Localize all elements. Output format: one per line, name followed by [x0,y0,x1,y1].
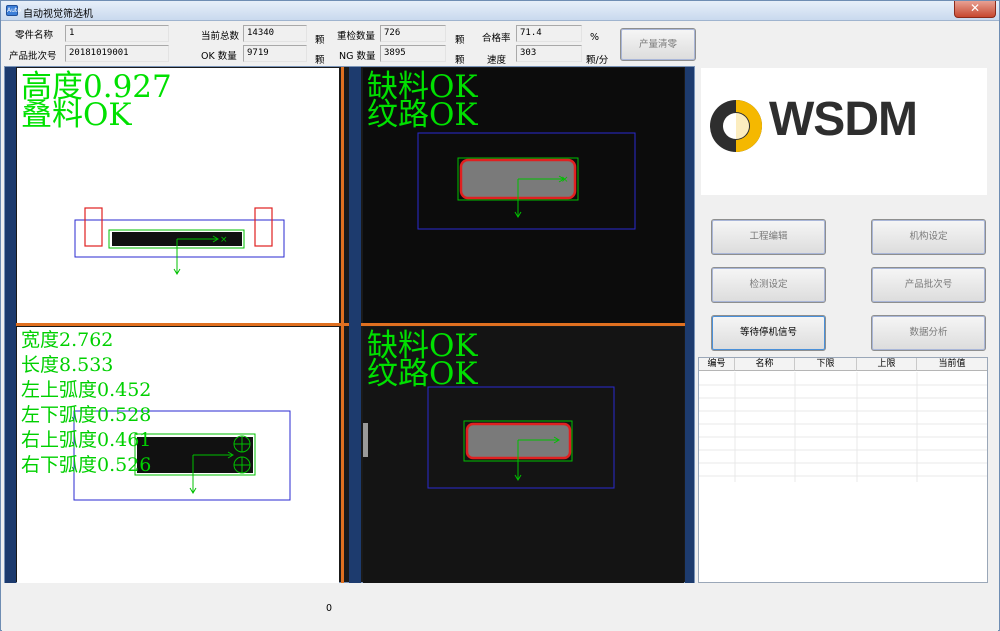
waiting-signal-button[interactable]: 等待停机信号 [711,315,826,351]
svg-text:×: × [220,235,228,245]
bottom-right-arc-result: 右下弧度0.526 [21,454,152,476]
ng-count-field: 3895 [380,45,446,62]
unit-pcs-2: 颗 [315,55,325,66]
product-batch-button[interactable]: 产品批次号 [871,267,986,303]
table-grid [699,372,987,482]
project-edit-button[interactable]: 工程编辑 [711,219,826,255]
close-button[interactable]: ✕ [954,1,996,18]
ok-count-label: OK 数量 [201,51,237,62]
unit-pcs-4: 颗 [455,55,465,66]
app-icon: Auto [6,5,21,16]
batch-label: 产品批次号 [9,51,57,62]
unit-speed: 颗/分 [586,55,609,66]
length-result: 长度8.533 [21,354,114,376]
svg-text:×: × [561,175,569,185]
speed-field: 303 [516,45,582,62]
ok-count-field: 9719 [243,45,307,62]
top-right-arc-result: 右上弧度0.461 [21,429,152,451]
main-window: Auto 自动视觉筛选机 ✕ 零件名称 1 产品批次号 20181019001 … [0,0,1000,631]
top-left-overlay: × [74,207,285,275]
bottom-right-overlay [363,386,615,489]
view-top-left[interactable]: 高度0.927 叠料OK × [17,68,339,323]
unit-percent: % [590,32,600,43]
title-bar[interactable]: Auto 自动视觉筛选机 ✕ [1,1,999,21]
logo-panel: WSDM [701,68,987,195]
part-name-field[interactable]: 1 [65,25,169,42]
status-bar: 0 [2,585,998,631]
top-right-overlay: × [417,132,636,230]
window-title: 自动视觉筛选机 [23,9,93,20]
vertical-divider-band [349,67,361,583]
vertical-divider-left [341,67,344,583]
current-total-label: 当前总数 [201,31,240,42]
view-bottom-left[interactable]: 宽度2.762 长度8.533 左上弧度0.452 左下弧度0.528 右上弧度… [17,327,339,583]
speed-label: 速度 [487,55,507,66]
right-edge-band [685,67,694,583]
col-header-upper[interactable]: 上限 [857,358,917,371]
detection-settings-button[interactable]: 检测设定 [711,267,826,303]
current-total-field: 14340 [243,25,307,42]
logo-text: WSDM [769,93,918,146]
pass-rate-field: 71.4 [516,25,582,42]
col-header-current[interactable]: 当前值 [917,358,987,371]
view-bottom-right[interactable]: 缺料OK 纹路OK [363,327,684,583]
dimension-results: 宽度2.762 长度8.533 左上弧度0.452 左下弧度0.528 右上弧度… [21,328,151,478]
pass-rate-label: 合格率 [482,33,511,44]
ng-count-label: NG 数量 [339,51,376,62]
col-header-name[interactable]: 名称 [735,358,795,371]
recheck-label: 重检数量 [337,31,376,42]
view-top-right[interactable]: 缺料OK 纹路OK × [363,68,684,323]
width-result: 宽度2.762 [21,329,114,351]
parameter-table[interactable]: 编号 名称 下限 上限 当前值 [698,357,988,583]
bottom-left-arc-result: 左下弧度0.528 [21,404,152,426]
part-name-label: 零件名称 [15,30,54,41]
batch-field[interactable]: 20181019001 [65,45,169,62]
status-value: 0 [326,603,333,614]
clear-output-button[interactable]: 产量清零 [620,28,696,61]
col-header-lower[interactable]: 下限 [795,358,857,371]
top-left-arc-result: 左上弧度0.452 [21,379,152,401]
data-analysis-button[interactable]: 数据分析 [871,315,986,351]
col-header-id[interactable]: 编号 [699,358,735,371]
unit-pcs-3: 颗 [455,35,465,46]
left-edge-band [5,67,16,583]
recheck-field: 726 [380,25,446,42]
mechanism-settings-button[interactable]: 机构设定 [871,219,986,255]
unit-pcs-1: 颗 [315,35,325,46]
